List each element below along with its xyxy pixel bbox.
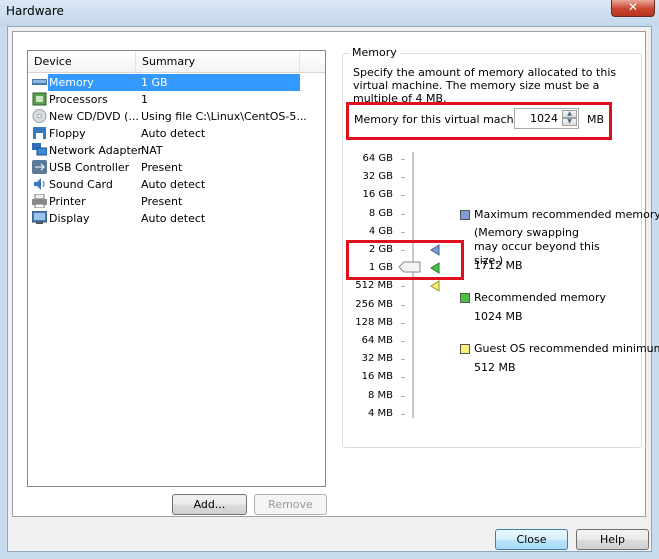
remove-button[interactable]: Remove xyxy=(254,494,327,515)
device-name: Floppy xyxy=(49,127,86,140)
device-summary: NAT xyxy=(141,144,163,157)
scale-tick xyxy=(401,159,405,160)
device-summary: Auto detect xyxy=(141,127,206,140)
scale-label: 256 MB xyxy=(355,298,393,310)
memory-slider-track[interactable] xyxy=(412,152,414,418)
device-row-memory[interactable]: Memory 1 GB xyxy=(32,74,300,91)
window-title: Hardware xyxy=(6,4,64,18)
max-recommended-value: 1712 MB xyxy=(474,259,523,272)
scale-label: 32 MB xyxy=(361,353,393,365)
guest-min-marker-icon xyxy=(430,280,440,292)
scale-tick xyxy=(401,377,405,379)
scale-label: 8 MB xyxy=(367,389,393,401)
scale-label: 128 MB xyxy=(355,316,393,328)
scale-label: 512 MB xyxy=(355,280,393,292)
scale-tick xyxy=(401,213,405,215)
guest-min-legend-icon xyxy=(460,344,470,354)
scale-tick xyxy=(401,359,405,361)
scale-label: 16 GB xyxy=(362,189,393,201)
device-summary: Present xyxy=(141,195,183,208)
recommended-value: 1024 MB xyxy=(474,310,523,323)
device-summary: Using file C:\Linux\CentOS-5... xyxy=(141,110,307,123)
scale-tick xyxy=(401,231,405,233)
hardware-pane: Device Summary Memory 1 GB Processors 1 New … xyxy=(12,31,659,517)
dialog-client: Device Summary Memory 1 GB Processors 1 New … xyxy=(7,26,659,552)
scale-tick xyxy=(401,413,405,415)
scale-label: 64 GB xyxy=(362,153,393,164)
close-button[interactable]: Close xyxy=(495,529,568,550)
device-row-display[interactable]: Display Auto detect xyxy=(31,210,300,227)
device-name: New CD/DVD (... xyxy=(49,110,139,123)
device-summary: Present xyxy=(141,161,183,174)
scale-label: 4 MB xyxy=(367,407,393,419)
device-name: Display xyxy=(49,212,90,225)
title-bar: Hardware ✕ xyxy=(0,0,659,26)
scale-label: 8 GB xyxy=(368,207,393,219)
memory-slider-thumb[interactable] xyxy=(398,260,428,274)
device-row-processors[interactable]: Processors 1 xyxy=(32,91,300,108)
device-summary: Auto detect xyxy=(141,178,206,191)
memory-spinbox[interactable]: 1024 ▲ ▼ xyxy=(514,108,579,129)
max-recommended-label: Maximum recommended memory xyxy=(474,208,659,221)
device-name: Network Adapter xyxy=(49,144,143,157)
device-row-printer[interactable]: Printer Present xyxy=(32,193,300,210)
device-summary: 1 GB xyxy=(141,76,168,89)
window-close-button[interactable]: ✕ xyxy=(611,0,655,17)
guest-min-label: Guest OS recommended minimum xyxy=(474,342,659,355)
add-button[interactable]: Add... xyxy=(172,494,247,515)
scale-label: 16 MB xyxy=(361,371,393,383)
device-row-network-adapter[interactable]: Network Adapter NAT xyxy=(32,142,300,159)
device-name: USB Controller xyxy=(49,161,130,174)
memory-value-input[interactable]: 1024 xyxy=(530,112,558,125)
column-header-summary[interactable]: Summary xyxy=(136,51,300,73)
memory-description: Specify the amount of memory allocated t… xyxy=(353,66,617,105)
scale-label: 4 GB xyxy=(368,225,393,237)
recommended-label: Recommended memory xyxy=(474,291,607,304)
device-list-header: Device Summary xyxy=(28,51,325,73)
max-recommended-legend-icon xyxy=(460,210,470,220)
device-summary: 1 xyxy=(141,93,148,106)
scale-tick xyxy=(401,322,405,324)
guest-min-value: 512 MB xyxy=(474,361,516,374)
scale-tick xyxy=(401,286,405,288)
column-header-device[interactable]: Device xyxy=(28,51,136,73)
scale-label: 64 MB xyxy=(361,335,393,346)
scale-tick xyxy=(401,341,405,342)
device-row-usb-controller[interactable]: USB Controller Present xyxy=(32,159,300,176)
scale-tick xyxy=(401,177,405,179)
device-list[interactable]: Device Summary Memory 1 GB Processors 1 New … xyxy=(27,50,326,487)
memory-field-label: Memory for this virtual machine: xyxy=(354,113,535,126)
spin-up-button[interactable]: ▲ xyxy=(562,110,577,118)
device-summary: Auto detect xyxy=(141,212,206,225)
scale-label: 32 GB xyxy=(362,171,393,183)
device-name: Sound Card xyxy=(49,178,113,191)
device-row-sound-card[interactable]: Sound Card Auto detect xyxy=(32,176,300,193)
scale-tick xyxy=(401,304,405,306)
device-name: Printer xyxy=(49,195,86,208)
recommended-marker-icon xyxy=(430,262,440,274)
device-name: Memory xyxy=(49,76,94,89)
device-name: Processors xyxy=(49,93,108,106)
max-recommended-marker-icon xyxy=(430,244,440,256)
recommended-legend-icon xyxy=(460,293,470,303)
scale-tick xyxy=(401,395,405,397)
memory-unit: MB xyxy=(587,113,605,126)
memory-group-title: Memory xyxy=(349,46,400,59)
device-row-new-cd-dvd[interactable]: New CD/DVD (... Using file C:\Linux\CentO… xyxy=(32,108,307,125)
help-button[interactable]: Help xyxy=(576,529,649,550)
close-icon: ✕ xyxy=(627,0,639,14)
memory-group: Memory Specify the amount of memory allo… xyxy=(342,46,659,448)
spin-down-button[interactable]: ▼ xyxy=(562,118,577,126)
memory-icon xyxy=(32,75,47,89)
device-row-floppy[interactable]: Floppy Auto detect xyxy=(32,125,300,142)
scale-tick xyxy=(401,195,405,197)
